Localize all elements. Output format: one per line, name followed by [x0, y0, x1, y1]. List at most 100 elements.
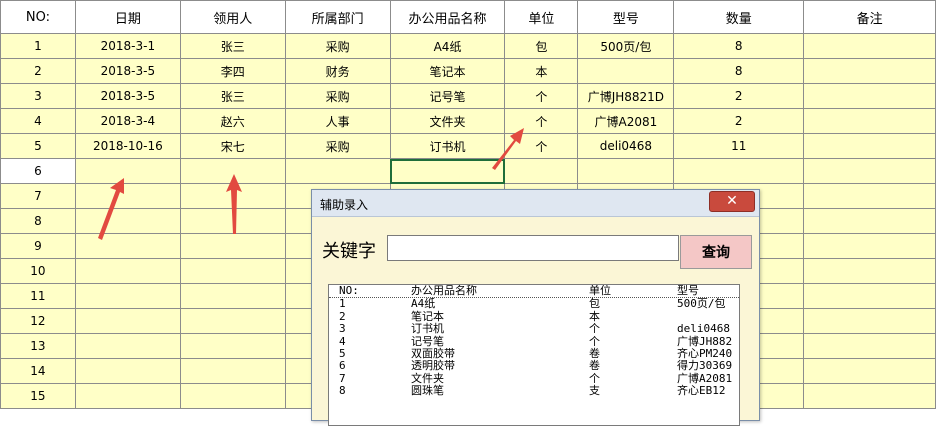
- list-item-name: 记号笔: [411, 334, 444, 348]
- cell-qty[interactable]: 11: [673, 133, 805, 159]
- cell-unit[interactable]: 本: [504, 58, 579, 84]
- cell-note[interactable]: [803, 108, 936, 134]
- cell-unit[interactable]: 包: [504, 33, 579, 59]
- row-number[interactable]: 15: [0, 383, 76, 409]
- cell-person[interactable]: 张三: [179, 83, 286, 109]
- cell-person[interactable]: [179, 358, 286, 384]
- cell-model[interactable]: 广博A2081: [577, 108, 675, 134]
- row-number[interactable]: 14: [0, 358, 76, 384]
- list-item[interactable]: 1 A4纸 包 500页/包: [329, 298, 739, 310]
- cell-date[interactable]: [74, 258, 181, 284]
- row-number[interactable]: 4: [0, 108, 76, 134]
- col-header-date[interactable]: 日期: [74, 0, 181, 34]
- col-header-no[interactable]: NO:: [0, 0, 76, 34]
- cell-model[interactable]: deli0468: [577, 133, 675, 159]
- row-number[interactable]: 8: [0, 208, 76, 234]
- cell-note[interactable]: [803, 308, 936, 334]
- col-header-person[interactable]: 领用人: [179, 0, 286, 34]
- cell-person[interactable]: 宋七: [179, 133, 286, 159]
- cell-person[interactable]: [179, 308, 286, 334]
- cell-date[interactable]: 2018-3-5: [74, 58, 181, 84]
- cell-qty[interactable]: 8: [673, 33, 805, 59]
- cell-note[interactable]: [803, 333, 936, 359]
- cell-dept[interactable]: 财务: [284, 58, 391, 84]
- cell-model[interactable]: 广博JH8821D: [577, 83, 675, 109]
- cell-person[interactable]: 李四: [179, 58, 286, 84]
- row-number[interactable]: 10: [0, 258, 76, 284]
- cell-note[interactable]: [803, 233, 936, 259]
- cell-note[interactable]: [803, 383, 936, 409]
- cell-qty[interactable]: 2: [673, 108, 805, 134]
- cell-date[interactable]: 2018-3-1: [74, 33, 181, 59]
- cell-date[interactable]: 2018-10-16: [74, 133, 181, 159]
- cell-note[interactable]: [803, 283, 936, 309]
- row-number[interactable]: 6: [0, 158, 76, 184]
- cell-date[interactable]: [74, 308, 181, 334]
- cell-dept[interactable]: [284, 158, 391, 184]
- item-listbox[interactable]: NO: 办公用品名称 单位 型号 1 A4纸包 500页/包 2 笔记本本 3 订书机个 de…: [328, 284, 740, 426]
- list-item[interactable]: 8 圆珠笔 支 齐心EB12: [329, 385, 739, 397]
- cell-dept[interactable]: 采购: [284, 33, 391, 59]
- keyword-input[interactable]: [387, 235, 679, 261]
- cell-date[interactable]: [74, 333, 181, 359]
- row-number[interactable]: 11: [0, 283, 76, 309]
- arrow-icon: [492, 128, 524, 170]
- close-icon: ✕: [726, 193, 738, 209]
- cell-dept[interactable]: 采购: [284, 133, 391, 159]
- cell-model[interactable]: 500页/包: [577, 33, 675, 59]
- list-item[interactable]: 6 透明胶带 卷 得力30369: [329, 360, 739, 372]
- cell-model[interactable]: [577, 158, 675, 184]
- table-row: 3 2018-3-5 张三 采购 记号笔个广博JH8821D 2: [0, 83, 936, 109]
- row-number[interactable]: 7: [0, 183, 76, 209]
- cell-person[interactable]: [179, 333, 286, 359]
- cell-note[interactable]: [803, 58, 936, 84]
- cell-person[interactable]: [179, 383, 286, 409]
- list-item-model: deli0468: [677, 322, 730, 336]
- cell-note[interactable]: [803, 133, 936, 159]
- cell-unit[interactable]: 个: [504, 83, 579, 109]
- cell-date[interactable]: [74, 383, 181, 409]
- cell-date[interactable]: 2018-3-4: [74, 108, 181, 134]
- col-header-model[interactable]: 型号: [577, 0, 675, 34]
- row-number[interactable]: 5: [0, 133, 76, 159]
- col-header-qty[interactable]: 数量: [673, 0, 805, 34]
- row-number[interactable]: 3: [0, 83, 76, 109]
- list-item[interactable]: 3 订书机 个 deli0468: [329, 323, 739, 335]
- cell-person[interactable]: [179, 258, 286, 284]
- cell-qty[interactable]: [673, 158, 805, 184]
- cell-dept[interactable]: 人事: [284, 108, 391, 134]
- cell-qty[interactable]: 2: [673, 83, 805, 109]
- cell-dept[interactable]: 采购: [284, 83, 391, 109]
- col-header-dept[interactable]: 所属部门: [284, 0, 391, 34]
- cell-model[interactable]: [577, 58, 675, 84]
- cell-note[interactable]: [803, 183, 936, 209]
- cell-note[interactable]: [803, 208, 936, 234]
- cell-person[interactable]: 赵六: [179, 108, 286, 134]
- cell-note[interactable]: [803, 258, 936, 284]
- cell-date[interactable]: [74, 358, 181, 384]
- cell-item[interactable]: A4纸: [389, 33, 506, 59]
- query-button[interactable]: 查询: [680, 235, 752, 269]
- cell-note[interactable]: [803, 158, 936, 184]
- row-number[interactable]: 1: [0, 33, 76, 59]
- close-button[interactable]: ✕: [709, 191, 755, 212]
- col-header-note[interactable]: 备注: [803, 0, 936, 34]
- cell-person[interactable]: 张三: [179, 33, 286, 59]
- list-item-name: 笔记本: [411, 309, 444, 323]
- cell-date[interactable]: 2018-3-5: [74, 83, 181, 109]
- cell-note[interactable]: [803, 33, 936, 59]
- col-header-item[interactable]: 办公用品名称: [389, 0, 506, 34]
- cell-qty[interactable]: 8: [673, 58, 805, 84]
- cell-item[interactable]: 笔记本: [389, 58, 506, 84]
- row-number[interactable]: 12: [0, 308, 76, 334]
- row-number[interactable]: 2: [0, 58, 76, 84]
- cell-note[interactable]: [803, 83, 936, 109]
- col-header-unit[interactable]: 单位: [504, 0, 579, 34]
- cell-date[interactable]: [74, 283, 181, 309]
- cell-note[interactable]: [803, 358, 936, 384]
- row-number[interactable]: 13: [0, 333, 76, 359]
- dialog-titlebar[interactable]: 辅助录入 ✕: [312, 190, 759, 217]
- cell-person[interactable]: [179, 283, 286, 309]
- cell-item[interactable]: 记号笔: [389, 83, 506, 109]
- row-number[interactable]: 9: [0, 233, 76, 259]
